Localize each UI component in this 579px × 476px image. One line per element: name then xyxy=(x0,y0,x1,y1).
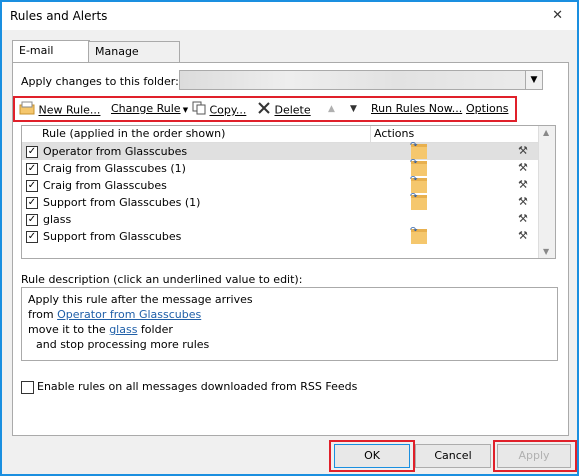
arrow-icon: ↷ xyxy=(410,192,418,202)
folder-label: Apply changes to this folder: xyxy=(21,75,179,88)
folder-link[interactable]: glass xyxy=(109,323,137,336)
new-rule-icon xyxy=(19,101,35,120)
change-rule-button[interactable]: Change Rule ▼ xyxy=(111,101,188,117)
rule-row[interactable]: ✓ Craig from Glasscubes ↷ ⚒ xyxy=(22,175,539,194)
rule-name: Operator from Glasscubes xyxy=(43,145,188,158)
description-line: move it to the glass folder xyxy=(28,323,173,336)
rule-description-box: Apply this rule after the message arrive… xyxy=(21,287,558,361)
sender-link[interactable]: Operator from Glasscubes xyxy=(57,308,201,321)
description-line: and stop processing more rules xyxy=(36,338,210,351)
rules-list-header: Rule (applied in the order shown) Action… xyxy=(22,126,539,143)
rule-checkbox[interactable]: ✓ xyxy=(26,197,38,209)
rule-checkbox[interactable]: ✓ xyxy=(26,146,38,158)
move-up-icon[interactable]: ▲ xyxy=(328,101,335,117)
copy-icon xyxy=(192,101,206,120)
scroll-up-icon[interactable]: ▲ xyxy=(543,128,549,137)
edit-rule-icon[interactable]: ⚒ xyxy=(518,161,528,174)
delete-button[interactable]: Delete xyxy=(257,101,311,117)
rule-name: glass xyxy=(43,213,72,226)
rule-name: Craig from Glasscubes xyxy=(43,179,167,192)
arrow-icon: ↷ xyxy=(410,141,418,151)
rule-description-label: Rule description (click an underlined va… xyxy=(21,273,303,286)
new-rule-button[interactable]: New Rule... xyxy=(19,101,100,117)
rule-name: Craig from Glasscubes (1) xyxy=(43,162,186,175)
arrow-icon: ↷ xyxy=(410,226,418,236)
edit-rule-icon[interactable]: ⚒ xyxy=(518,178,528,191)
rule-checkbox[interactable]: ✓ xyxy=(26,163,38,175)
options-button[interactable]: Options xyxy=(466,101,508,117)
tab-manage-alerts[interactable]: Manage Alerts xyxy=(88,41,180,78)
description-line: Apply this rule after the message arrive… xyxy=(28,293,253,306)
edit-rule-icon[interactable]: ⚒ xyxy=(518,229,528,242)
chevron-down-icon[interactable]: ▼ xyxy=(525,71,542,89)
arrow-icon: ↷ xyxy=(410,158,418,168)
delete-icon xyxy=(257,101,271,120)
rss-checkbox[interactable] xyxy=(21,381,34,394)
ok-button[interactable]: OK xyxy=(334,444,410,468)
rule-row[interactable]: ✓ Support from Glasscubes (1) ↷ ⚒ xyxy=(22,192,539,211)
dialog-window: Rules and Alerts ✕ E-mail Rules Manage A… xyxy=(0,0,579,476)
column-header-rule[interactable]: Rule (applied in the order shown) xyxy=(42,127,225,140)
rules-scrollbar[interactable]: ▲ ▼ xyxy=(538,126,555,258)
run-rules-now-button[interactable]: Run Rules Now... xyxy=(371,101,462,117)
rule-checkbox[interactable]: ✓ xyxy=(26,231,38,243)
tab-email-rules[interactable]: E-mail Rules xyxy=(12,40,90,77)
cancel-button[interactable]: Cancel xyxy=(415,444,491,468)
title-bar: Rules and Alerts ✕ xyxy=(2,2,577,30)
scroll-down-icon[interactable]: ▼ xyxy=(543,247,549,256)
rule-row[interactable]: ✓ Support from Glasscubes ↷ ⚒ xyxy=(22,226,539,245)
rules-list[interactable]: Rule (applied in the order shown) Action… xyxy=(21,125,556,259)
rss-label: Enable rules on all messages downloaded … xyxy=(37,380,358,393)
edit-rule-icon[interactable]: ⚒ xyxy=(518,212,528,225)
email-rules-panel: Apply changes to this folder: ▼ New Rule… xyxy=(12,62,569,436)
folder-dropdown[interactable]: ▼ xyxy=(179,70,543,90)
column-divider xyxy=(370,126,371,142)
arrow-icon: ↷ xyxy=(410,175,418,185)
rule-name: Support from Glasscubes xyxy=(43,230,182,243)
rule-row[interactable]: ✓ Craig from Glasscubes (1) ↷ ⚒ xyxy=(22,158,539,177)
rule-name: Support from Glasscubes (1) xyxy=(43,196,201,209)
close-icon[interactable]: ✕ xyxy=(552,8,563,23)
edit-rule-icon[interactable]: ⚒ xyxy=(518,144,528,157)
description-line: from Operator from Glasscubes xyxy=(28,308,202,321)
rule-checkbox[interactable]: ✓ xyxy=(26,180,38,192)
edit-rule-icon[interactable]: ⚒ xyxy=(518,195,528,208)
apply-button[interactable]: Apply xyxy=(497,444,571,468)
copy-button[interactable]: Copy... xyxy=(192,101,246,117)
rule-row[interactable]: ✓ Operator from Glasscubes ↷ ⚒ xyxy=(22,141,539,160)
rule-checkbox[interactable]: ✓ xyxy=(26,214,38,226)
rules-toolbar: New Rule... Change Rule ▼ Copy... Delete… xyxy=(13,96,517,122)
rule-row[interactable]: ✓ glass ⚒ xyxy=(22,211,539,228)
column-header-actions[interactable]: Actions xyxy=(374,127,414,140)
move-down-icon[interactable]: ▼ xyxy=(350,101,357,117)
window-title: Rules and Alerts xyxy=(10,9,108,23)
